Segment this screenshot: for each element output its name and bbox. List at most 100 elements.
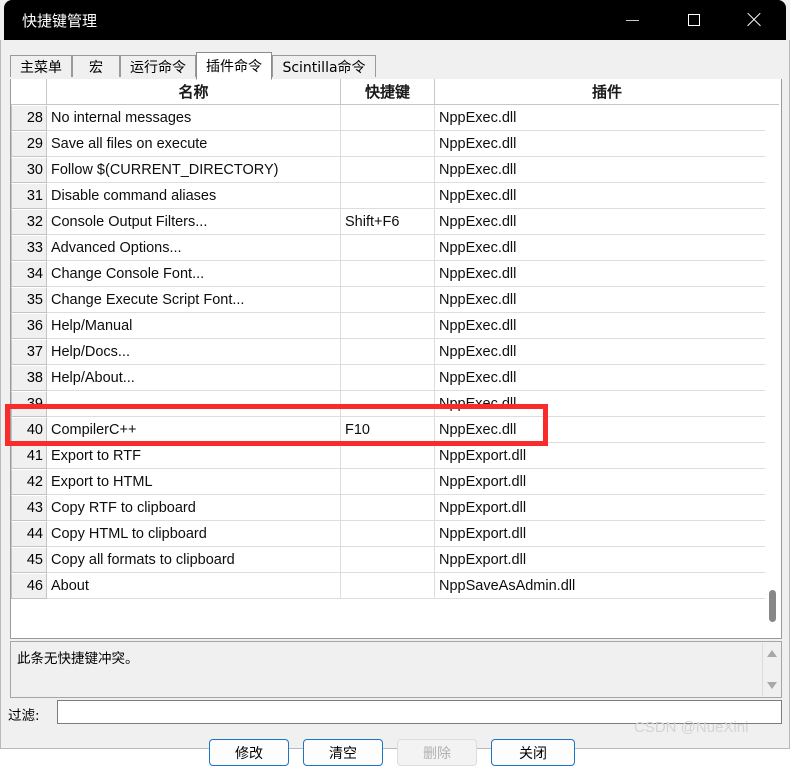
cell-shortcut (341, 287, 435, 313)
tab-1[interactable]: 宏 (72, 55, 120, 78)
list-scrollbar-thumb[interactable] (769, 590, 776, 622)
tab-2[interactable]: 运行命令 (120, 55, 196, 78)
cell-name: Export to RTF (47, 443, 341, 469)
cell-index: 43 (11, 495, 47, 521)
close-dialog-button[interactable]: 关闭 (491, 739, 575, 766)
cell-index: 39 (11, 391, 47, 417)
tab-3[interactable]: 插件命令 (196, 52, 272, 80)
cell-shortcut (341, 131, 435, 157)
cell-index: 40 (11, 417, 47, 443)
scroll-up-arrow-icon[interactable] (767, 650, 777, 657)
tab-4[interactable]: Scintilla命令 (272, 55, 376, 78)
tab-label: 宏 (89, 60, 103, 76)
clear-button[interactable]: 清空 (303, 739, 383, 766)
tab-0[interactable]: 主菜单 (10, 55, 72, 78)
cell-index: 29 (11, 131, 47, 157)
cell-plugin: NppExport.dll (435, 443, 779, 469)
table-row[interactable]: 35 Change Execute Script Font... NppExec.d… (11, 287, 781, 313)
table-row[interactable]: 40 CompilerC++ F10 NppExec.dll (11, 417, 781, 443)
window-title: 快捷键管理 (22, 12, 98, 30)
tab-label: 运行命令 (130, 60, 186, 76)
cell-name: CompilerC++ (47, 417, 341, 443)
table-row[interactable]: 45 Copy all formats to clipboard NppExport… (11, 547, 781, 573)
table-row[interactable]: 39 NppExec.dll (11, 391, 781, 417)
filter-label: 过滤: (8, 708, 40, 724)
cell-shortcut (341, 105, 435, 131)
cell-plugin: NppExec.dll (435, 235, 779, 261)
cell-name: Export to HTML (47, 469, 341, 495)
cell-shortcut: F10 (341, 417, 435, 443)
cell-name: Change Console Font... (47, 261, 341, 287)
column-header-index[interactable] (11, 79, 47, 105)
conflict-info-text: 此条无快捷键冲突。 (17, 651, 139, 667)
modify-button[interactable]: 修改 (209, 739, 289, 766)
delete-button: 删除 (397, 739, 477, 766)
table-row[interactable]: 29 Save all files on execute NppExec.dll (11, 131, 781, 157)
cell-shortcut (341, 443, 435, 469)
cell-plugin: NppExec.dll (435, 313, 779, 339)
dialog-client-area: 主菜单 宏 运行命令 插件命令 Scintilla命令 名称 快捷键 插件 28 No i… (0, 40, 790, 766)
cell-plugin: NppExec.dll (435, 157, 779, 183)
cell-shortcut (341, 547, 435, 573)
cell-index: 32 (11, 209, 47, 235)
table-row[interactable]: 33 Advanced Options... NppExec.dll (11, 235, 781, 261)
list-scrollbar[interactable] (765, 106, 780, 637)
info-panel-scrollbar[interactable] (762, 643, 780, 696)
cell-index: 28 (11, 105, 47, 131)
table-row[interactable]: 42 Export to HTML NppExport.dll (11, 469, 781, 495)
cell-plugin: NppExec.dll (435, 365, 779, 391)
minimize-button[interactable] (604, 0, 660, 40)
table-row[interactable]: 31 Disable command aliases NppExec.dll (11, 183, 781, 209)
table-row[interactable]: 37 Help/Docs... NppExec.dll (11, 339, 781, 365)
table-row[interactable]: 28 No internal messages NppExec.dll (11, 105, 781, 131)
cell-name: Copy all formats to clipboard (47, 547, 341, 573)
table-row[interactable]: 38 Help/About... NppExec.dll (11, 365, 781, 391)
cell-shortcut (341, 365, 435, 391)
shortcut-list[interactable]: 名称 快捷键 插件 28 No internal messages NppExec.… (10, 78, 782, 639)
close-icon (746, 12, 762, 28)
table-row[interactable]: 36 Help/Manual NppExec.dll (11, 313, 781, 339)
cell-index: 44 (11, 521, 47, 547)
column-header-shortcut[interactable]: 快捷键 (341, 79, 435, 105)
cell-index: 41 (11, 443, 47, 469)
tab-underlay (10, 77, 782, 79)
cell-plugin: NppExec.dll (435, 417, 779, 443)
cell-shortcut: Shift+F6 (341, 209, 435, 235)
cell-shortcut (341, 391, 435, 417)
table-row[interactable]: 44 Copy HTML to clipboard NppExport.dll (11, 521, 781, 547)
table-row[interactable]: 41 Export to RTF NppExport.dll (11, 443, 781, 469)
maximize-button[interactable] (666, 0, 722, 40)
table-row[interactable]: 43 Copy RTF to clipboard NppExport.dll (11, 495, 781, 521)
column-header-plugin[interactable]: 插件 (435, 79, 779, 105)
cell-plugin: NppExec.dll (435, 183, 779, 209)
column-header-name[interactable]: 名称 (47, 79, 341, 105)
cell-shortcut (341, 157, 435, 183)
list-rows: 28 No internal messages NppExec.dll 29 Save … (11, 105, 781, 599)
table-row[interactable]: 34 Change Console Font... NppExec.dll (11, 261, 781, 287)
tab-strip: 主菜单 宏 运行命令 插件命令 Scintilla命令 (10, 52, 782, 80)
cell-name: Save all files on execute (47, 131, 341, 157)
cell-shortcut (341, 495, 435, 521)
cell-plugin: NppExport.dll (435, 469, 779, 495)
scroll-down-arrow-icon[interactable] (767, 682, 777, 689)
cell-name: Console Output Filters... (47, 209, 341, 235)
cell-shortcut (341, 339, 435, 365)
maximize-icon (688, 14, 700, 26)
cell-plugin: NppExec.dll (435, 287, 779, 313)
cell-index: 37 (11, 339, 47, 365)
cell-name (47, 391, 341, 417)
table-row[interactable]: 46 About NppSaveAsAdmin.dll (11, 573, 781, 599)
cell-name: Copy RTF to clipboard (47, 495, 341, 521)
shortcut-mapper-window: 快捷键管理 主菜单 宏 运行命令 插件命令 Scintilla命令 名称 快捷键 插件 … (0, 0, 790, 766)
close-button[interactable] (726, 0, 782, 40)
cell-plugin: NppExport.dll (435, 547, 779, 573)
cell-shortcut (341, 469, 435, 495)
table-row[interactable]: 30 Follow $(CURRENT_DIRECTORY) NppExec.dll (11, 157, 781, 183)
cell-index: 46 (11, 573, 47, 599)
minimize-icon (625, 19, 639, 21)
cell-plugin: NppSaveAsAdmin.dll (435, 573, 779, 599)
cell-name: No internal messages (47, 105, 341, 131)
table-row[interactable]: 32 Console Output Filters... Shift+F6 NppEx… (11, 209, 781, 235)
cell-plugin: NppExec.dll (435, 391, 779, 417)
cell-plugin: NppExec.dll (435, 105, 779, 131)
